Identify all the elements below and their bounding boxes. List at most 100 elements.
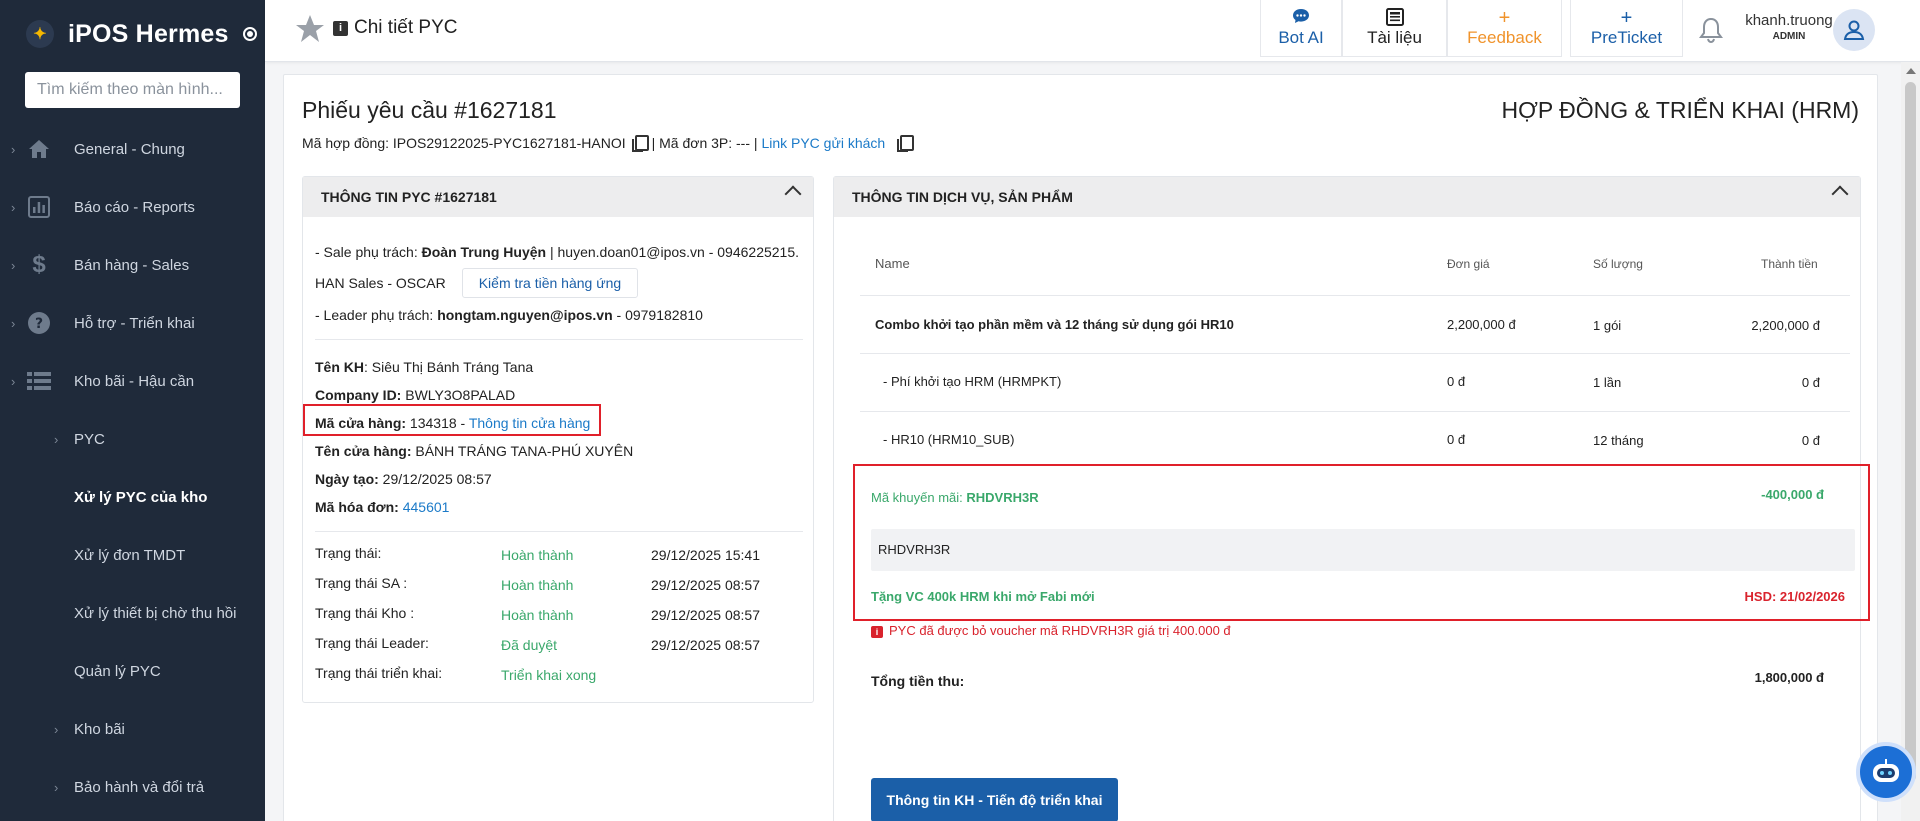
product-price: 0 đ bbox=[1447, 432, 1466, 447]
divider bbox=[315, 531, 803, 532]
sidebar-item-sales[interactable]: › $ Bán hàng - Sales bbox=[0, 236, 265, 294]
sidebar-item-label: General - Chung bbox=[74, 140, 185, 158]
warning-text: PYC đã được bỏ voucher mã RHDVRH3R giá t… bbox=[889, 623, 1231, 638]
status-value: Hoàn thành bbox=[501, 547, 574, 563]
order-3p: | Mã đơn 3P: --- | bbox=[651, 135, 758, 151]
panel-title: THÔNG TIN DỊCH VỤ, SẢN PHẨM bbox=[852, 189, 1073, 205]
preticket-button[interactable]: + PreTicket bbox=[1570, 0, 1683, 57]
sidebar-subitem-label: Xử lý đơn TMDT bbox=[74, 546, 186, 564]
contract-code: Mã hợp đồng: IPOS29122025-PYC1627181-HAN… bbox=[302, 135, 626, 151]
customer-row: Tên KH: Siêu Thị Bánh Tráng Tana bbox=[315, 359, 533, 375]
product-price: 0 đ bbox=[1447, 374, 1466, 389]
status-time: 29/12/2025 08:57 bbox=[651, 577, 760, 593]
panel-title: THÔNG TIN PYC #1627181 bbox=[321, 189, 497, 205]
sale-row: - Sale phụ trách: Đoàn Trung Huyện | huy… bbox=[315, 244, 799, 260]
store-name-row: Tên cửa hàng: BÁNH TRÁNG TANA-PHÚ XUYÊN bbox=[315, 443, 633, 459]
sidebar-subitem-label: Bảo hành và đổi trả bbox=[74, 778, 205, 796]
sidebar-subitem-pyc[interactable]: › PYC bbox=[0, 410, 265, 468]
ticket-meta: Mã hợp đồng: IPOS29122025-PYC1627181-HAN… bbox=[302, 135, 917, 152]
sidebar-subitem-warranty[interactable]: › Bảo hành và đổi trả bbox=[0, 758, 265, 816]
dollar-icon: $ bbox=[32, 251, 46, 278]
scroll-thumb[interactable] bbox=[1905, 82, 1916, 782]
created-label: Ngày tạo: bbox=[315, 471, 379, 487]
product-total: 0 đ bbox=[1801, 375, 1820, 390]
total-label: Tổng tiền thu: bbox=[871, 673, 965, 689]
list-icon bbox=[26, 368, 52, 394]
sale-name: Đoàn Trung Huyện bbox=[421, 244, 547, 260]
sidebar-item-general[interactable]: › General - Chung bbox=[0, 120, 265, 178]
product-qty: 12 tháng bbox=[1593, 433, 1644, 448]
company-value: BWLY3O8PALAD bbox=[401, 387, 516, 403]
avatar[interactable] bbox=[1833, 9, 1875, 51]
sidebar-subitem-warehouse[interactable]: › Kho bãi bbox=[0, 700, 265, 758]
sale-prefix: - Sale phụ trách: bbox=[315, 244, 422, 260]
brand[interactable]: ✦ iPOS Hermes bbox=[0, 0, 265, 68]
status-time: 29/12/2025 15:41 bbox=[651, 547, 760, 563]
bot-ai-label: Bot AI bbox=[1278, 28, 1324, 47]
documents-button[interactable]: Tài liệu bbox=[1342, 0, 1447, 57]
product-name: Combo khởi tạo phần mềm và 12 tháng sử d… bbox=[875, 317, 1234, 332]
customer-label: Tên KH bbox=[315, 359, 364, 375]
invoice-link[interactable]: 445601 bbox=[403, 499, 450, 515]
product-name: - HR10 (HRM10_SUB) bbox=[883, 432, 1015, 447]
info-icon: i bbox=[333, 20, 348, 36]
bell-icon[interactable] bbox=[1698, 16, 1724, 44]
voucher-warning: i PYC đã được bỏ voucher mã RHDVRH3R giá … bbox=[871, 623, 1231, 638]
chevron-right-icon: › bbox=[54, 721, 59, 737]
feedback-label: Feedback bbox=[1467, 28, 1542, 47]
leader-email: hongtam.nguyen@ipos.vn bbox=[437, 307, 613, 323]
page-title: i Chi tiết PYC bbox=[333, 17, 457, 39]
sidebar-item-warehouse[interactable]: › Kho bãi - Hậu cần bbox=[0, 352, 265, 410]
help-icon: ? bbox=[26, 310, 52, 336]
copy-icon[interactable] bbox=[631, 135, 649, 152]
sidebar-subitem-manage-pyc[interactable]: Quản lý PYC bbox=[0, 642, 265, 700]
chevron-right-icon: › bbox=[11, 141, 16, 157]
column-header: Đơn giá bbox=[1447, 257, 1490, 271]
customer-progress-button[interactable]: Thông tin KH - Tiến độ triển khai bbox=[871, 778, 1118, 821]
chevron-up-icon[interactable] bbox=[1831, 185, 1849, 203]
chat-icon bbox=[1292, 8, 1310, 28]
store-name-value: BÁNH TRÁNG TANA-PHÚ XUYÊN bbox=[411, 443, 634, 459]
sale-team: HAN Sales - OSCAR bbox=[315, 275, 446, 291]
user-name[interactable]: khanh.truong bbox=[1739, 12, 1839, 29]
status-label: Trạng thái Leader: bbox=[315, 635, 429, 651]
highlight-box bbox=[303, 404, 601, 436]
feedback-button[interactable]: + Feedback bbox=[1447, 0, 1562, 57]
content-card: Phiếu yêu cầu #1627181 HỢP ĐỒNG & TRIỂN … bbox=[283, 74, 1878, 821]
scroll-up-icon[interactable] bbox=[1906, 68, 1916, 74]
chevron-right-icon: › bbox=[54, 779, 59, 795]
pyc-info-header[interactable]: THÔNG TIN PYC #1627181 bbox=[303, 177, 813, 217]
chevron-right-icon: › bbox=[11, 373, 16, 389]
product-total: 2,200,000 đ bbox=[1751, 318, 1820, 333]
sidebar-subitem-label: Xử lý thiết bị chờ thu hồi bbox=[74, 604, 237, 622]
invoice-row: Mã hóa đơn: 445601 bbox=[315, 499, 449, 515]
sidebar-item-label: Bán hàng - Sales bbox=[74, 256, 190, 274]
check-advance-button[interactable]: Kiểm tra tiền hàng ứng bbox=[461, 268, 639, 298]
sidebar-search-input[interactable]: Tìm kiếm theo màn hình... bbox=[25, 72, 240, 108]
bot-ai-button[interactable]: Bot AI bbox=[1260, 0, 1342, 57]
page-scrollbar[interactable] bbox=[1901, 62, 1920, 821]
chevron-up-icon[interactable] bbox=[784, 185, 802, 203]
sidebar-item-reports[interactable]: › Báo cáo - Reports bbox=[0, 178, 265, 236]
sidebar-subitem-label: Quản lý PYC bbox=[74, 662, 161, 680]
copy-icon[interactable] bbox=[897, 135, 915, 152]
sidebar-subitem-ecommerce[interactable]: Xử lý đơn TMDT bbox=[0, 526, 265, 584]
star-icon[interactable] bbox=[295, 14, 325, 44]
customer-link[interactable]: Link PYC gửi khách bbox=[761, 135, 885, 151]
leader-row: - Leader phụ trách: hongtam.nguyen@ipos.… bbox=[315, 307, 703, 323]
product-name: - Phí khởi tạo HRM (HRMPKT) bbox=[883, 374, 1062, 389]
highlight-box bbox=[853, 464, 1870, 621]
sidebar-item-support[interactable]: › ? Hỗ trợ - Triển khai bbox=[0, 294, 265, 352]
sidebar-subitem-warehouse-pyc[interactable]: Xử lý PYC của kho bbox=[0, 468, 265, 526]
company-row: Company ID: BWLY3O8PALAD bbox=[315, 387, 515, 403]
customer-value: : Siêu Thị Bánh Tráng Tana bbox=[364, 359, 534, 375]
report-icon bbox=[26, 194, 52, 220]
ipos-logo-icon: ✦ bbox=[26, 20, 54, 48]
status-value: Hoàn thành bbox=[501, 577, 574, 593]
alert-icon: i bbox=[871, 626, 883, 638]
status-label: Trạng thái triển khai: bbox=[315, 665, 443, 681]
radio-dot-icon[interactable] bbox=[242, 27, 257, 41]
chatbot-fab-button[interactable] bbox=[1856, 742, 1916, 802]
service-info-header[interactable]: THÔNG TIN DỊCH VỤ, SẢN PHẨM bbox=[834, 177, 1860, 217]
sidebar-subitem-devices-recall[interactable]: Xử lý thiết bị chờ thu hồi bbox=[0, 584, 265, 642]
